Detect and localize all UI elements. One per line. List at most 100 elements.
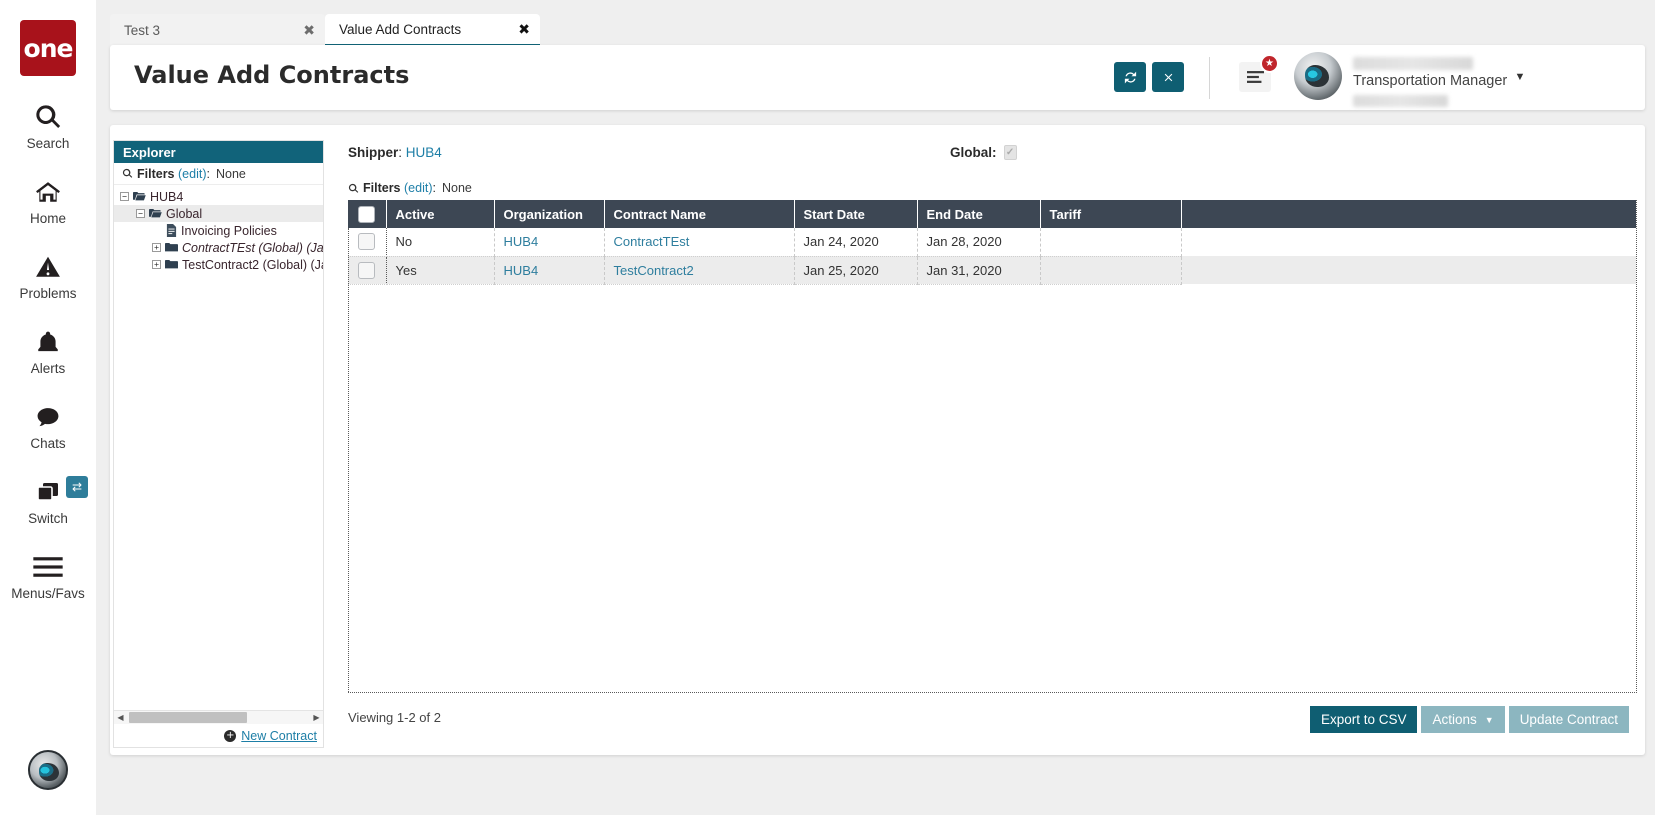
- tree-node-hub4[interactable]: − HUB4: [114, 188, 323, 205]
- search-icon: [34, 101, 62, 133]
- brand-logo[interactable]: one: [20, 20, 76, 76]
- folder-open-icon: [149, 208, 162, 219]
- tree-node-global[interactable]: − Global: [114, 205, 323, 222]
- nav-item-home[interactable]: Home: [0, 176, 96, 226]
- close-page-button[interactable]: [1152, 62, 1184, 92]
- filters-edit-link[interactable]: (edit): [178, 167, 206, 181]
- chevron-down-icon[interactable]: ▼: [1505, 62, 1535, 92]
- col-tariff[interactable]: Tariff: [1040, 200, 1181, 228]
- row-select-cell[interactable]: [348, 228, 386, 256]
- explorer-horizontal-scrollbar[interactable]: ◀ ▶: [114, 710, 323, 724]
- cell-contract-name[interactable]: ContractTEst: [604, 228, 794, 256]
- tab-test-3[interactable]: Test 3 ✖: [110, 14, 325, 46]
- tree-node-invoicing-policies[interactable]: Invoicing Policies: [114, 222, 323, 239]
- triangle-left-icon[interactable]: ◀: [114, 713, 127, 722]
- refresh-button[interactable]: [1114, 62, 1146, 92]
- actions-button[interactable]: Actions ▼: [1421, 706, 1504, 733]
- expand-toggle-icon[interactable]: +: [152, 243, 161, 252]
- triangle-right-icon[interactable]: ▶: [310, 713, 323, 722]
- cell-tariff: [1040, 228, 1181, 256]
- actions-label: Actions: [1432, 712, 1476, 727]
- footer-buttons: Export to CSV Actions ▼ Update Contract: [1310, 706, 1629, 733]
- folder-closed-icon: [165, 242, 178, 253]
- close-circle-icon[interactable]: ✖: [496, 22, 530, 36]
- nav-item-chats[interactable]: Chats: [0, 401, 96, 451]
- filters-edit-link[interactable]: (edit): [404, 181, 432, 195]
- export-to-csv-button[interactable]: Export to CSV: [1310, 706, 1418, 733]
- nav-item-problems[interactable]: Problems: [0, 251, 96, 301]
- collapse-toggle-icon[interactable]: −: [120, 192, 129, 201]
- nav-label-search: Search: [27, 136, 70, 151]
- explorer-filters[interactable]: Filters (edit) : None: [114, 163, 323, 185]
- collapse-toggle-icon[interactable]: −: [136, 209, 145, 218]
- close-circle-icon[interactable]: ✖: [281, 23, 315, 37]
- filters-label: Filters: [137, 167, 175, 181]
- col-organization[interactable]: Organization: [494, 200, 604, 228]
- update-contract-button[interactable]: Update Contract: [1509, 706, 1629, 733]
- scrollbar-thumb[interactable]: [129, 712, 247, 723]
- col-end-date[interactable]: End Date: [917, 200, 1040, 228]
- explorer-tree: − HUB4 − Global Invoicing Policies: [114, 188, 323, 702]
- tree-node-contracttest[interactable]: + ContractTEst (Global) (Jan 24, 20: [114, 239, 323, 256]
- left-nav-rail: one Search Home Problems Alerts Chats: [0, 0, 96, 815]
- magnifier-icon: [122, 168, 133, 179]
- filters-label: Filters: [363, 181, 401, 195]
- avatar[interactable]: [1294, 52, 1342, 100]
- x-icon: [1162, 71, 1175, 84]
- main-content: Shipper: HUB4 Global: ✓ Filters (edit) :…: [340, 135, 1637, 747]
- swap-arrows-icon[interactable]: ⇄: [66, 476, 88, 498]
- tree-node-testcontract2[interactable]: + TestContract2 (Global) (Jan 25,: [114, 256, 323, 273]
- col-filler: [1181, 200, 1636, 228]
- nav-item-switch[interactable]: ⇄ Switch: [0, 476, 96, 526]
- tree-label: Invoicing Policies: [181, 224, 277, 238]
- warning-triangle-icon: [34, 251, 62, 283]
- plus-circle-icon[interactable]: +: [224, 730, 236, 742]
- col-start-date[interactable]: Start Date: [794, 200, 917, 228]
- row-checkbox[interactable]: [358, 233, 375, 250]
- new-contract-link[interactable]: New Contract: [241, 729, 317, 743]
- nav-label-home: Home: [30, 211, 66, 226]
- filters-colon: :: [432, 181, 435, 195]
- page-title: Value Add Contracts: [134, 61, 409, 89]
- cell-contract-name[interactable]: TestContract2: [604, 256, 794, 284]
- nav-item-search[interactable]: Search: [0, 101, 96, 151]
- row-checkbox[interactable]: [358, 262, 375, 279]
- table-row[interactable]: No HUB4 ContractTEst Jan 24, 2020 Jan 28…: [348, 228, 1636, 256]
- col-active[interactable]: Active: [386, 200, 494, 228]
- nav-item-alerts[interactable]: Alerts: [0, 326, 96, 376]
- user-role: Transportation Manager: [1353, 73, 1507, 89]
- row-select-cell[interactable]: [348, 256, 386, 284]
- cell-organization[interactable]: HUB4: [494, 228, 604, 256]
- shipper-row: Shipper: HUB4: [348, 145, 442, 160]
- cell-organization[interactable]: HUB4: [494, 256, 604, 284]
- cell-filler: [1181, 256, 1636, 284]
- global-label: Global: [950, 145, 992, 160]
- select-all-checkbox[interactable]: [358, 206, 375, 223]
- nav-label-alerts: Alerts: [31, 361, 66, 376]
- table-row[interactable]: Yes HUB4 TestContract2 Jan 25, 2020 Jan …: [348, 256, 1636, 284]
- nav-item-menus-favs[interactable]: Menus/Favs: [0, 551, 96, 601]
- tab-label: Value Add Contracts: [339, 22, 461, 37]
- tree-label: Global: [166, 207, 202, 221]
- bell-icon: [35, 326, 61, 358]
- cell-end-date: Jan 28, 2020: [917, 228, 1040, 256]
- grid-filters[interactable]: Filters (edit) : None: [348, 181, 472, 195]
- nav-label-switch: Switch: [28, 511, 68, 526]
- page-body: Explorer Filters (edit) : None − HUB4 −: [110, 125, 1645, 755]
- nav-label-problems: Problems: [19, 286, 76, 301]
- shipper-value[interactable]: HUB4: [406, 145, 442, 160]
- expand-toggle-icon[interactable]: +: [152, 260, 161, 269]
- caret-down-icon: ▼: [1485, 715, 1494, 725]
- folder-closed-icon: [165, 259, 178, 270]
- star-icon: ★: [1260, 54, 1279, 73]
- page-header: Value Add Contracts ★ Transportation Man…: [110, 45, 1645, 110]
- tree-label: TestContract2 (Global) (Jan 25,: [182, 258, 323, 272]
- tab-value-add-contracts[interactable]: Value Add Contracts ✖: [325, 14, 540, 46]
- chat-bubble-icon: [34, 401, 62, 433]
- folder-open-icon: [133, 191, 146, 202]
- select-all-header[interactable]: [348, 200, 386, 228]
- col-contract-name[interactable]: Contract Name: [604, 200, 794, 228]
- tree-label: ContractTEst (Global) (Jan 24, 20: [182, 241, 323, 255]
- tree-label: HUB4: [150, 190, 183, 204]
- rail-user-avatar[interactable]: [28, 750, 68, 790]
